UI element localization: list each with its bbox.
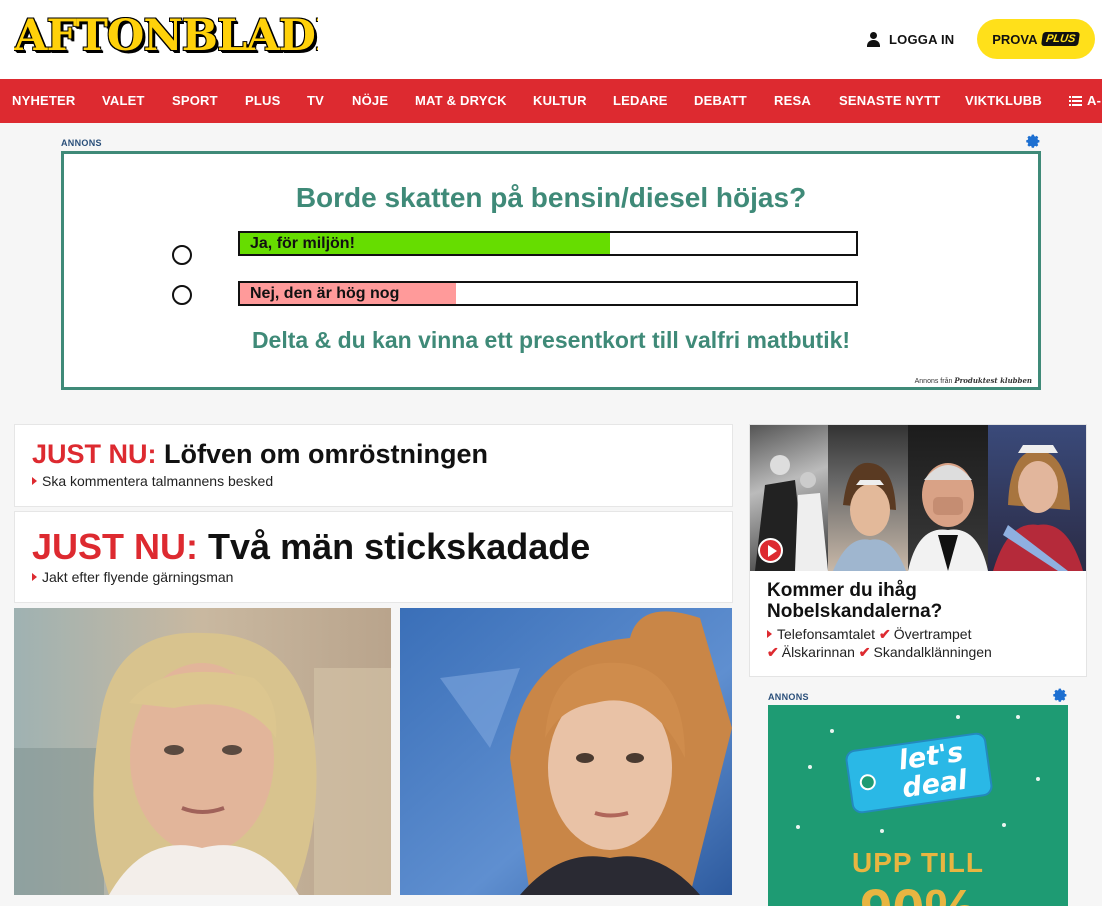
nobel-teaser[interactable]: Kommer du ihåg Nobelskandalerna? Telefon… (749, 424, 1087, 677)
teaser-image-strip (750, 425, 1086, 571)
arrow-right-icon (32, 477, 37, 485)
nav-item-nyheter[interactable]: NYHETER (12, 79, 76, 123)
snow-dot (1002, 823, 1006, 827)
man-photo (908, 425, 988, 571)
arrow-right-icon (767, 630, 772, 638)
nav-item-a-o[interactable]: A- (1069, 79, 1101, 123)
plus-badge: PLUS (1041, 32, 1081, 46)
lets-deal-logo: let's deal (896, 736, 970, 805)
headline-text: Två män stickskadade (208, 526, 591, 567)
try-plus-label: PROVA (992, 31, 1038, 47)
site-header: AFTONBLADET LOGGA IN PROVA PLUS (0, 0, 1102, 79)
bullet-line: Telefonsamtalet ✔ Övertrampet (767, 625, 992, 643)
ad-source-brand: Produktest klubben (954, 376, 1032, 385)
nav-item-mat-dryck[interactable]: MAT & DRYCK (415, 79, 507, 123)
lets-deal-ad[interactable]: let'sdeal UPP TILL 90% (768, 705, 1068, 906)
bullet-text: Telefonsamtalet (777, 626, 876, 642)
ad-source-prefix: Annons från (914, 378, 953, 385)
headline-text: Löfven om omröstningen (164, 439, 489, 469)
check-icon: ✔ (858, 644, 871, 660)
bullet-text: Övertrampet (893, 626, 972, 642)
check-icon: ✔ (878, 626, 891, 642)
lets-deal-tag: let's deal (844, 731, 994, 815)
check-icon: ✔ (767, 644, 779, 660)
teaser-title: Kommer du ihåg Nobelskandalerna? (767, 580, 943, 622)
nav-item-kultur[interactable]: KULTUR (533, 79, 587, 123)
poll-option-2-radio[interactable] (172, 285, 192, 305)
play-icon[interactable] (758, 538, 783, 563)
snow-dot (1016, 715, 1020, 719)
ad-label: ANNONS (61, 138, 102, 148)
arrow-right-icon (32, 573, 37, 581)
nav-item-sport[interactable]: SPORT (172, 79, 218, 123)
poll-option-2-label: Nej, den är hög nog (250, 285, 400, 302)
poll-cta: Delta & du kan vinna ett presentkort til… (251, 327, 851, 353)
nav-item-senaste-nytt[interactable]: SENASTE NYTT (839, 79, 940, 123)
gear-icon[interactable] (1026, 134, 1041, 149)
nav-item-ledare[interactable]: LEDARE (613, 79, 668, 123)
login-label: LOGGA IN (889, 31, 955, 47)
news-headline: JUST NU: Två män stickskadade (32, 526, 590, 568)
poll-option-1-radio[interactable] (172, 245, 192, 265)
deal-percent: 90% (768, 881, 1068, 906)
list-icon (1069, 96, 1082, 106)
madeleine-photo (988, 425, 1086, 571)
just-nu-prefix: JUST NU: (32, 526, 199, 567)
nav-item-viktklubb[interactable]: VIKTKLUBB (965, 79, 1042, 123)
aftonbladet-logo[interactable]: AFTONBLADET (14, 9, 318, 63)
poll-option-2-bar[interactable]: Nej, den är hög nog (238, 281, 858, 306)
snow-dot (808, 765, 812, 769)
poll-option-1-label: Ja, för miljön! (250, 235, 355, 252)
news-headline: JUST NU: Löfven om omröstningen (32, 439, 488, 470)
news-subline: Jakt efter flyende gärningsman (32, 569, 233, 585)
subline-text: Ska kommentera talmannens besked (42, 473, 274, 489)
news-teaser-2[interactable]: JUST NU: Två män stickskadade Jakt efter… (14, 511, 733, 603)
try-plus-button[interactable]: PROVA PLUS (977, 19, 1095, 59)
ad-source: Annons från Produktest klubben (915, 376, 1032, 385)
subline-text: Jakt efter flyende gärningsman (42, 569, 234, 585)
news-subline: Ska kommentera talmannens besked (32, 473, 273, 489)
bullet-line: ✔ Älskarinnan ✔ Skandalklänningen (767, 643, 992, 661)
princess-photo (828, 425, 908, 571)
just-nu-prefix: JUST NU: (32, 439, 157, 469)
portrait-image (14, 608, 391, 895)
deal-headline: UPP TILL (852, 847, 984, 878)
nav-item-debatt[interactable]: DEBATT (694, 79, 747, 123)
snow-dot (956, 715, 960, 719)
nav-item-noje[interactable]: NÖJE (352, 79, 388, 123)
nav-item-resa[interactable]: RESA (774, 79, 811, 123)
news-teaser-1[interactable]: JUST NU: Löfven om omröstningen Ska komm… (14, 424, 733, 507)
news-photo-left[interactable] (14, 608, 391, 895)
snow-dot (1036, 777, 1040, 781)
user-icon (866, 31, 881, 47)
nav-item-a-o-label: A- (1087, 93, 1102, 108)
teaser-bullets: Telefonsamtalet ✔ Övertrampet ✔ Älskarinna… (767, 625, 992, 661)
nav-item-valet[interactable]: VALET (102, 79, 145, 123)
ad-label: ANNONS (768, 692, 809, 702)
poll-option-1-bar[interactable]: Ja, för miljön! (238, 231, 858, 256)
gear-icon[interactable] (1053, 688, 1068, 703)
snow-dot (880, 829, 884, 833)
bullet-text: Skandalklänningen (873, 644, 992, 660)
main-nav: NYHETER VALET SPORT PLUS TV NÖJE MAT & D… (0, 79, 1102, 123)
poll-ad: Borde skatten på bensin/diesel höjas? Ja… (61, 151, 1041, 390)
snow-dot (796, 825, 800, 829)
login-button[interactable]: LOGGA IN (866, 29, 954, 49)
portrait-image (400, 608, 732, 895)
news-photo-right[interactable] (400, 608, 732, 895)
poll-question: Borde skatten på bensin/diesel höjas? (295, 182, 807, 213)
bullet-text: Älskarinnan (781, 644, 855, 660)
nav-item-tv[interactable]: TV (307, 79, 324, 123)
snow-dot (830, 729, 834, 733)
nav-item-plus[interactable]: PLUS (245, 79, 280, 123)
